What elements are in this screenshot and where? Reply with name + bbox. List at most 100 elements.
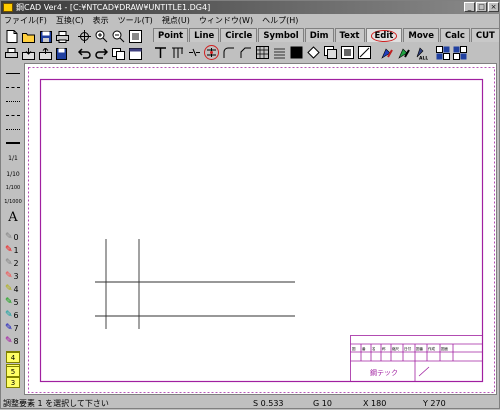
- linetype-thick-icon[interactable]: [4, 136, 22, 150]
- tab-edit[interactable]: Edit: [365, 28, 403, 42]
- tab-cut[interactable]: CUT: [470, 28, 500, 42]
- minimize-button[interactable]: _: [464, 2, 475, 12]
- close-button[interactable]: ×: [488, 2, 499, 12]
- fillet-icon[interactable]: [221, 45, 236, 60]
- maximize-button[interactable]: □: [476, 2, 487, 12]
- tab-calc[interactable]: Calc: [439, 28, 470, 42]
- save-disk-icon[interactable]: [38, 29, 53, 44]
- tb-label-0: 図: [352, 347, 356, 351]
- trim-icon[interactable]: [153, 45, 168, 60]
- layer-4[interactable]: 4: [6, 352, 20, 363]
- hatch-icon[interactable]: [255, 45, 270, 60]
- new-file-icon[interactable]: [4, 29, 19, 44]
- title-block-company: 鋼テック: [370, 368, 398, 377]
- drawing-canvas[interactable]: 図 番 名 称 縮尺 日付 図番 作成 図面 鋼テック: [24, 63, 497, 395]
- menu-tools[interactable]: ツール(T): [118, 15, 153, 26]
- tab-circle[interactable]: Circle: [220, 28, 258, 42]
- linetype-solid-icon[interactable]: [4, 66, 22, 80]
- status-bar: 調整要素 1 を選択して下さい S 0.533 G 10 X 180 Y 270: [1, 397, 500, 410]
- tab-symbol[interactable]: Symbol: [258, 28, 304, 42]
- layer-3[interactable]: 3: [6, 377, 20, 388]
- stretch-icon[interactable]: [204, 45, 219, 60]
- linetype-dotted-icon[interactable]: [4, 94, 22, 108]
- tab-edit-label: Edit: [370, 29, 398, 42]
- open-folder-icon[interactable]: [21, 29, 36, 44]
- menu-help[interactable]: ヘルプ(H): [262, 15, 298, 26]
- status-message: 調整要素 1 を選択して下さい: [3, 399, 109, 408]
- all-select-icon[interactable]: ALL: [413, 45, 428, 60]
- array-icon[interactable]: [357, 45, 372, 60]
- title-block-headers: 図 番 名 称 縮尺 日付 図番 作成 図面: [352, 346, 449, 351]
- menu-viewpoint[interactable]: 視点(U): [162, 15, 190, 26]
- pen-4[interactable]: ✎ 4: [4, 282, 22, 296]
- menu-view[interactable]: 表示: [93, 15, 109, 26]
- pen-7-label: 7: [13, 323, 19, 333]
- print-icon[interactable]: [4, 46, 19, 61]
- chamfer-icon[interactable]: [238, 45, 253, 60]
- mirror-icon[interactable]: [323, 45, 338, 60]
- menu-file[interactable]: ファイル(F): [4, 15, 47, 26]
- tab-text[interactable]: Text: [334, 28, 365, 42]
- extend-icon[interactable]: [170, 45, 185, 60]
- print-setup-icon[interactable]: [55, 29, 70, 44]
- rotate-icon[interactable]: [306, 45, 321, 60]
- menu-bar: ファイル(F) 互換(C) 表示 ツール(T) 視点(U) ウィンドウ(W) ヘ…: [1, 14, 500, 27]
- tab-dim[interactable]: Dim: [304, 28, 334, 42]
- scale-1-100-label: 1/100: [5, 185, 21, 191]
- drawing-frame: [39, 78, 484, 383]
- scale-1-1[interactable]: 1/1: [4, 152, 22, 166]
- select-window-icon[interactable]: [128, 46, 143, 61]
- scale-1-100[interactable]: 1/100: [4, 181, 22, 195]
- pen-5-label: 5: [13, 297, 19, 307]
- region-icon[interactable]: [340, 45, 355, 60]
- linetype-fine-dotted-icon[interactable]: [4, 122, 22, 136]
- app-icon: [3, 3, 13, 12]
- layer-5[interactable]: 5: [6, 366, 20, 377]
- tb-label-5: 日付: [404, 346, 412, 351]
- left-toolbar: 1/1 1/10 1/100 1/1000 A ✎ 0 ✎ 1 ✎ 2 ✎ 3 ✎ 4 ✎…: [3, 64, 23, 394]
- text-tool[interactable]: A: [4, 210, 22, 225]
- save-as-icon[interactable]: [55, 46, 70, 61]
- edit-tools: ALL: [153, 44, 469, 61]
- linetype-chain-icon[interactable]: [4, 108, 22, 122]
- svg-text:ALL: ALL: [419, 55, 428, 60]
- tab-point[interactable]: Point: [153, 28, 189, 42]
- pen-0[interactable]: ✎ 0: [4, 230, 22, 244]
- status-scale: S 0.533: [253, 399, 284, 408]
- color-change-icon[interactable]: [379, 45, 394, 60]
- zoom-out-icon[interactable]: [111, 29, 126, 44]
- ungroup-icon[interactable]: [452, 45, 467, 60]
- pen-1[interactable]: ✎ 1: [4, 243, 22, 257]
- break-icon[interactable]: [187, 45, 202, 60]
- menu-compat[interactable]: 互換(C): [56, 15, 84, 26]
- scale-1-1000[interactable]: 1/1000: [4, 195, 22, 209]
- pen-7[interactable]: ✎ 7: [4, 321, 22, 335]
- pencil-icon: ✎: [5, 271, 13, 281]
- menu-window[interactable]: ウィンドウ(W): [199, 15, 253, 26]
- pan-crosshair-icon[interactable]: [77, 29, 92, 44]
- linetype-dashed-icon[interactable]: [4, 80, 22, 94]
- pen-3[interactable]: ✎ 3: [4, 269, 22, 283]
- app-window: 鋼CAD Ver4 - [C:¥NTCAD¥DRAW¥UNTITLE1.DG4]…: [0, 0, 500, 409]
- zoom-in-icon[interactable]: [94, 29, 109, 44]
- offset-icon[interactable]: [272, 45, 287, 60]
- export-icon[interactable]: [38, 46, 53, 61]
- solid-fill-icon[interactable]: [289, 45, 304, 60]
- tab-move[interactable]: Move: [403, 28, 439, 42]
- zoom-fit-icon[interactable]: [128, 29, 143, 44]
- undo-icon[interactable]: [77, 46, 92, 61]
- tab-line[interactable]: Line: [189, 28, 220, 42]
- tb-label-1: 番: [362, 346, 366, 351]
- pen-2[interactable]: ✎ 2: [4, 256, 22, 270]
- redo-icon[interactable]: [94, 46, 109, 61]
- drawing-svg: 図 番 名 称 縮尺 日付 図番 作成 図面 鋼テック: [28, 67, 495, 393]
- scale-1-10[interactable]: 1/10: [4, 167, 22, 181]
- group-icon[interactable]: [435, 45, 450, 60]
- pencil-icon: ✎: [5, 297, 13, 307]
- layer-change-icon[interactable]: [396, 45, 411, 60]
- pen-6[interactable]: ✎ 6: [4, 308, 22, 322]
- pen-8[interactable]: ✎ 8: [4, 334, 22, 348]
- import-icon[interactable]: [21, 46, 36, 61]
- copy-icon[interactable]: [111, 46, 126, 61]
- pen-5[interactable]: ✎ 5: [4, 295, 22, 309]
